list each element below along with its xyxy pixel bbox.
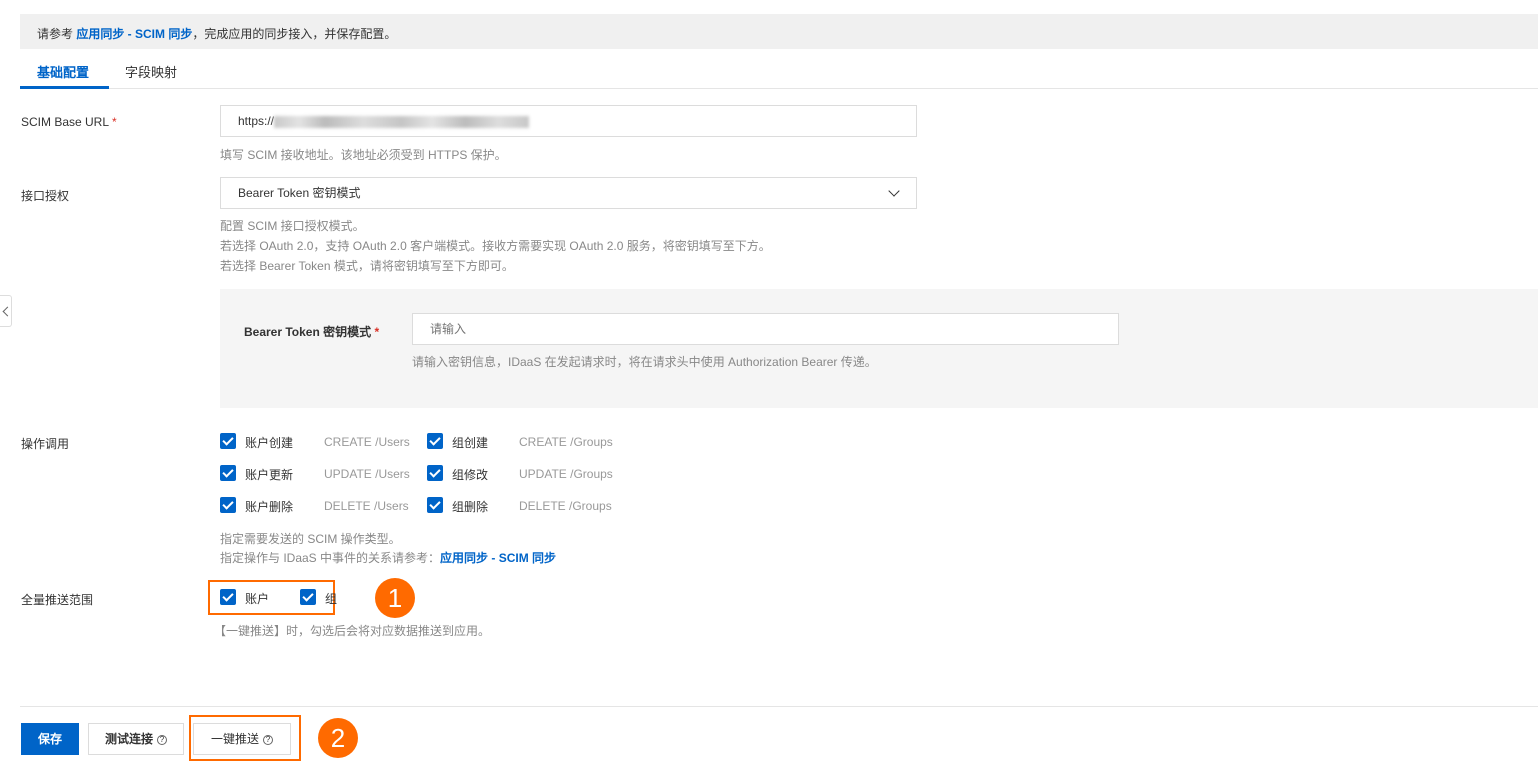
- auth-help-1: 配置 SCIM 接口授权模式。: [220, 219, 365, 233]
- checkbox-group-delete[interactable]: [427, 497, 443, 513]
- checkbox-label: 组创建: [452, 436, 489, 450]
- bearer-token-input[interactable]: [412, 313, 1119, 345]
- auth-label: 接口授权: [21, 189, 70, 203]
- collapse-sidebar-button[interactable]: [0, 295, 12, 327]
- footer-divider: [20, 706, 1538, 707]
- scim-sync-doc-link[interactable]: 应用同步 - SCIM 同步: [76, 27, 192, 41]
- one-click-push-button[interactable]: 一键推送?: [193, 723, 291, 755]
- auth-help-3: 若选择 Bearer Token 模式，请将密钥填写至下方即可。: [220, 259, 514, 273]
- scim-url-help: 填写 SCIM 接收地址。该地址必须受到 HTTPS 保护。: [220, 148, 507, 162]
- scope-label: 全量推送范围: [21, 593, 94, 607]
- checkbox-label: 账户删除: [245, 500, 294, 514]
- test-connection-button[interactable]: 测试连接?: [88, 723, 184, 755]
- operations-help-1: 指定需要发送的 SCIM 操作类型。: [220, 532, 401, 546]
- scope-help: 【一键推送】时，勾选后会将对应数据推送到应用。: [214, 624, 491, 638]
- checkbox-account-create[interactable]: [220, 433, 236, 449]
- checkbox-label: 账户更新: [245, 468, 294, 482]
- notice-bar: 请参考 应用同步 - SCIM 同步，完成应用的同步接入，并保存配置。: [20, 14, 1538, 49]
- operation-code: CREATE /Groups: [519, 435, 613, 449]
- operation-code: DELETE /Groups: [519, 499, 612, 513]
- auth-help-2: 若选择 OAuth 2.0，支持 OAuth 2.0 客户端模式。接收方需要实现…: [220, 239, 771, 253]
- operation-code: DELETE /Users: [324, 499, 409, 513]
- token-panel: [220, 289, 1538, 408]
- active-tab-indicator: [20, 86, 109, 89]
- scim-url-label: SCIM Base URL *: [21, 115, 117, 129]
- annotation-badge-2: 2: [318, 718, 358, 758]
- checkbox-label: 组: [325, 592, 338, 606]
- checkbox-label: 账户创建: [245, 436, 294, 450]
- auth-mode-select[interactable]: Bearer Token 密钥模式: [220, 177, 917, 209]
- checkbox-account-update[interactable]: [220, 465, 236, 481]
- token-help: 请输入密钥信息，IDaaS 在发起请求时，将在请求头中使用 Authorizat…: [412, 355, 877, 369]
- tab-field-mapping[interactable]: 字段映射: [125, 62, 177, 81]
- tab-bar: 基础配置 字段映射: [20, 50, 1538, 89]
- operation-code: CREATE /Users: [324, 435, 410, 449]
- checkbox-label: 组修改: [452, 468, 489, 482]
- chevron-down-icon: [888, 185, 900, 197]
- annotation-badge-1: 1: [375, 578, 415, 618]
- checkbox-label: 组删除: [452, 500, 489, 514]
- tab-basic-config[interactable]: 基础配置: [37, 62, 89, 81]
- checkbox-group-create[interactable]: [427, 433, 443, 449]
- checkbox-label: 账户: [245, 592, 270, 606]
- checkbox-account-delete[interactable]: [220, 497, 236, 513]
- redacted-url: [274, 115, 530, 128]
- checkbox-group-update[interactable]: [427, 465, 443, 481]
- operation-code: UPDATE /Users: [324, 467, 410, 481]
- help-icon: ?: [157, 734, 167, 745]
- save-button[interactable]: 保存: [21, 723, 79, 755]
- help-icon: ?: [263, 734, 273, 745]
- token-label: Bearer Token 密钥模式 *: [244, 325, 380, 339]
- operation-code: UPDATE /Groups: [519, 467, 613, 481]
- checkbox-scope-account[interactable]: [220, 589, 236, 605]
- operations-help-2: 指定操作与 IDaaS 中事件的关系请参考：应用同步 - SCIM 同步: [220, 551, 557, 565]
- checkbox-scope-group[interactable]: [300, 589, 316, 605]
- scim-sync-doc-link[interactable]: 应用同步 - SCIM 同步: [440, 551, 556, 565]
- scim-url-input[interactable]: https://: [220, 105, 917, 137]
- operations-label: 操作调用: [21, 437, 70, 451]
